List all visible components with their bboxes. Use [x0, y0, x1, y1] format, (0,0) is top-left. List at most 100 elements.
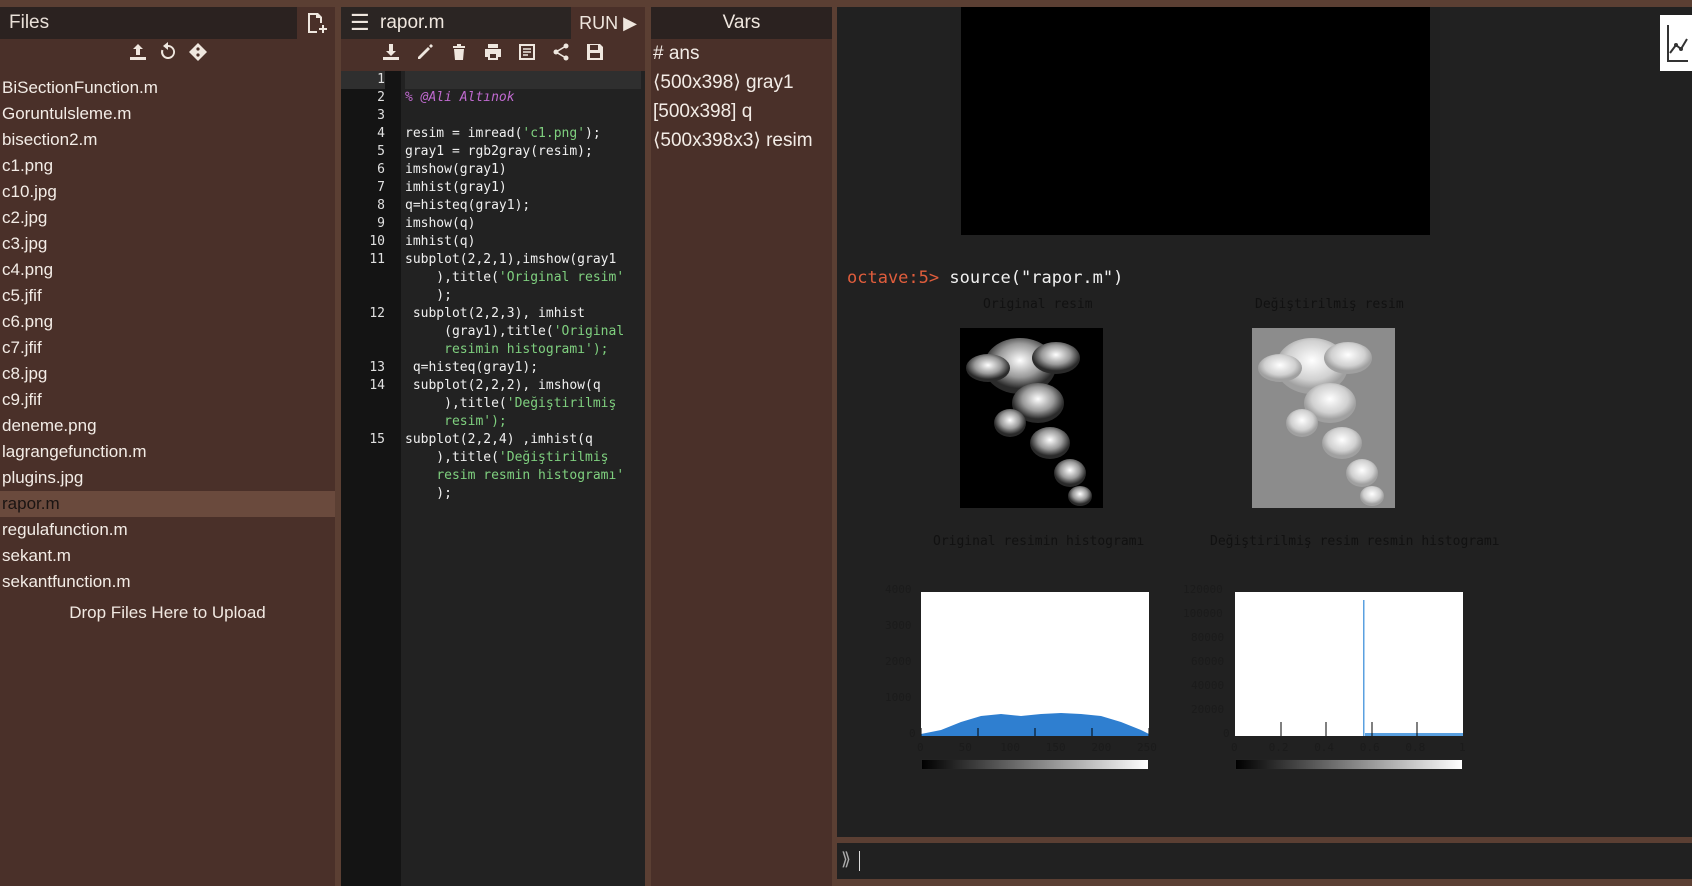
code-line[interactable]: resim');	[405, 413, 641, 431]
line-number	[341, 341, 385, 359]
var-item[interactable]: ⟨500x398x3⟩ resim	[651, 126, 832, 155]
file-item[interactable]: plugins.jpg	[0, 465, 335, 491]
code-line[interactable]: imhist(q)	[405, 233, 641, 251]
git-icon[interactable]	[188, 42, 208, 68]
editor-toolbar	[341, 39, 645, 71]
code-line[interactable]: );	[405, 485, 641, 503]
tick-label: 0	[1223, 727, 1230, 740]
tick-label: 1	[1459, 741, 1466, 754]
document-icon[interactable]	[517, 42, 537, 68]
tick-label: 150	[1045, 741, 1066, 754]
file-item[interactable]: c9.jfif	[0, 387, 335, 413]
file-item[interactable]: lagrangefunction.m	[0, 439, 335, 465]
var-item[interactable]: [500x398] q	[651, 97, 832, 126]
files-panel: Files BiSectionFunction.m Goruntulsleme.m…	[0, 7, 335, 886]
file-item[interactable]: c7.jfif	[0, 335, 335, 361]
code-lines[interactable]: % @Ali Altınok resim = imread('c1.png'); g…	[401, 71, 645, 886]
code-line[interactable]: (gray1),title('Original	[405, 323, 641, 341]
var-item[interactable]: # ans	[651, 39, 832, 68]
tick-label: 80000	[1191, 631, 1225, 644]
file-item[interactable]: c2.jpg	[0, 205, 335, 231]
code-line[interactable]: imshow(gray1)	[405, 161, 641, 179]
line-number	[341, 395, 385, 413]
files-toolbar	[0, 39, 335, 71]
files-header: Files	[0, 7, 335, 39]
output-panel: octave:5> source("rapor.m") Original res…	[837, 7, 1692, 837]
line-number: 5	[377, 144, 385, 159]
console-command: source("rapor.m")	[949, 268, 1124, 288]
tick-label: 0.4	[1314, 741, 1335, 754]
new-file-icon[interactable]	[297, 7, 335, 39]
code-line[interactable]: subplot(2,2,1),imshow(gray1	[405, 251, 641, 269]
line-number	[341, 467, 385, 485]
tick-label: 0.8	[1405, 741, 1426, 754]
code-line[interactable]: );	[405, 287, 641, 305]
line-number	[341, 323, 385, 341]
file-item[interactable]: Goruntulsleme.m	[0, 101, 335, 127]
file-item[interactable]: c1.png	[0, 153, 335, 179]
code-line[interactable]: q=histeq(gray1);	[405, 359, 641, 377]
previous-figure-output	[961, 7, 1430, 235]
file-item[interactable]: deneme.png	[0, 413, 335, 439]
file-item[interactable]: c8.jpg	[0, 361, 335, 387]
code-line[interactable]: subplot(2,2,3), imhist	[405, 305, 641, 323]
refresh-icon[interactable]	[158, 42, 178, 68]
command-input[interactable]: ⟫	[837, 843, 1692, 879]
original-histogram	[920, 592, 1150, 736]
download-icon[interactable]	[381, 42, 401, 68]
code-line[interactable]: subplot(2,2,2), imshow(q	[405, 377, 641, 395]
file-item[interactable]: c3.jpg	[0, 231, 335, 257]
code-line[interactable]: q=histeq(gray1);	[405, 197, 641, 215]
file-item[interactable]: sekant.m	[0, 543, 335, 569]
menu-icon[interactable]: ☰	[350, 10, 374, 36]
code-line[interactable]: ),title('Original resim'	[405, 269, 641, 287]
file-item[interactable]: bisection2.m	[0, 127, 335, 153]
file-item[interactable]: BiSectionFunction.m	[0, 75, 335, 101]
tick-label: 120000	[1183, 583, 1223, 596]
file-item[interactable]: c6.png	[0, 309, 335, 335]
save-icon[interactable]	[585, 42, 605, 68]
code-line[interactable]: resim resmin histogramı'	[405, 467, 641, 485]
print-icon[interactable]	[483, 42, 503, 68]
code-line[interactable]: resim = imread('c1.png');	[405, 125, 641, 143]
trash-icon[interactable]	[449, 42, 469, 68]
console-prompt: octave:5>	[847, 268, 940, 288]
code-line[interactable]: subplot(2,2,4) ,imhist(q	[405, 431, 641, 449]
run-button[interactable]: RUN ▶	[571, 7, 645, 39]
subplot-title-original-hist: Original resimin histogramı	[933, 534, 1145, 549]
modified-histogram	[1235, 592, 1463, 736]
code-editor[interactable]: 1 2 3 4 5 6 7 8 9 10 11 12 13 14 15 % @Ali Altınok resi…	[341, 71, 645, 886]
file-item[interactable]: c4.png	[0, 257, 335, 283]
line-number: 9	[377, 216, 385, 231]
file-item[interactable]: c5.jfif	[0, 283, 335, 309]
share-icon[interactable]	[551, 42, 571, 68]
line-number	[341, 449, 385, 467]
plot-settings-icon[interactable]	[1660, 15, 1692, 71]
code-line[interactable]: % @Ali Altınok	[405, 89, 641, 107]
var-item[interactable]: ⟨500x398⟩ gray1	[651, 68, 832, 97]
drop-zone[interactable]: Drop Files Here to Upload	[0, 603, 335, 623]
code-line[interactable]: resimin histogramı');	[405, 341, 641, 359]
code-line[interactable]: gray1 = rgb2gray(resim);	[405, 143, 641, 161]
file-item[interactable]: sekantfunction.m	[0, 569, 335, 595]
tick-label: 0	[1231, 741, 1238, 754]
subplot-title-modified-hist: Değiştirilmiş resim resmin histogramı	[1210, 534, 1500, 549]
file-item[interactable]: c10.jpg	[0, 179, 335, 205]
edit-icon[interactable]	[415, 42, 435, 68]
code-line[interactable]	[405, 71, 641, 89]
tick-label: 20000	[1191, 703, 1225, 716]
tick-label: 2000	[885, 655, 912, 668]
line-number: 11	[369, 252, 385, 267]
code-line[interactable]: ),title('Değiştirilmiş	[405, 395, 641, 413]
upload-icon[interactable]	[128, 42, 148, 68]
code-line[interactable]: imhist(gray1)	[405, 179, 641, 197]
tick-label: 0	[917, 741, 924, 754]
var-list: # ans ⟨500x398⟩ gray1 [500x398] q ⟨500x398x…	[651, 39, 832, 155]
code-line[interactable]	[405, 107, 641, 125]
file-item[interactable]: regulafunction.m	[0, 517, 335, 543]
tick-label: 4000	[885, 583, 912, 596]
line-number: 2	[377, 90, 385, 105]
code-line[interactable]: imshow(q)	[405, 215, 641, 233]
code-line[interactable]: ),title('Değiştirilmiş	[405, 449, 641, 467]
file-item[interactable]: rapor.m	[0, 491, 335, 517]
